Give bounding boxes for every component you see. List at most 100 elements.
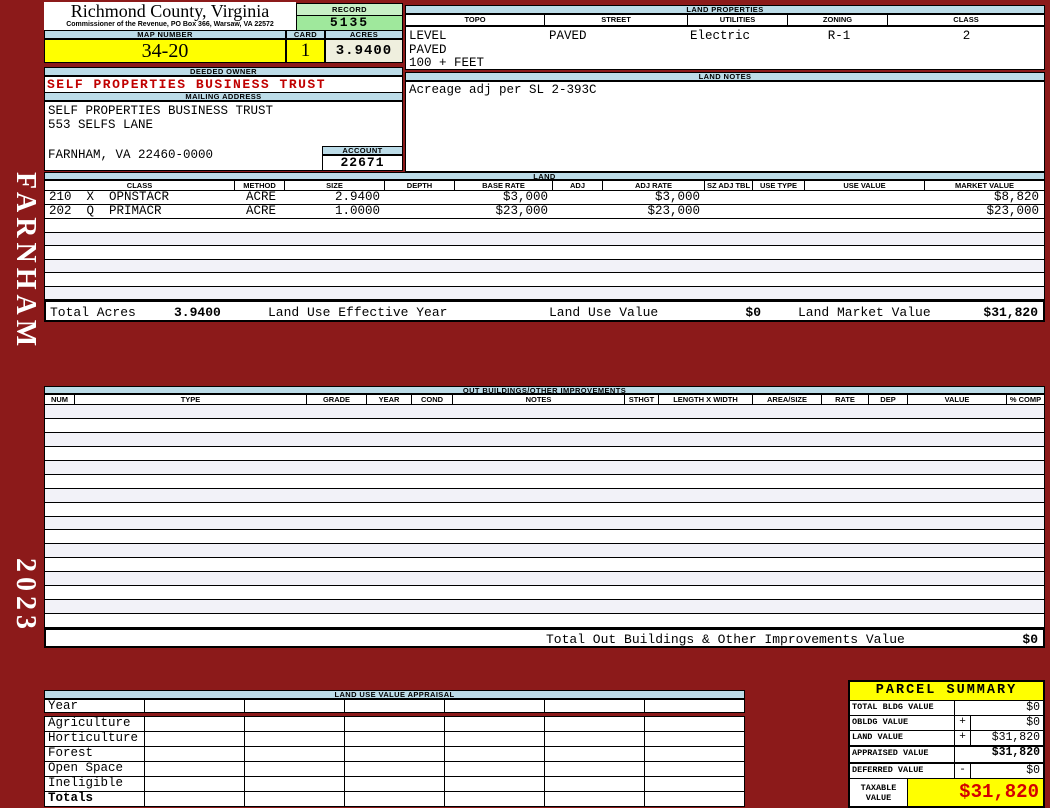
empty-cell [345,762,445,776]
land-properties-header-row: TOPO STREET UTILITIES ZONING CLASS [405,14,1045,26]
land-method: ACRE [245,204,276,218]
empty-row [45,600,1044,615]
appraisal-row-label: Ineligible [45,777,145,791]
appraisal-row-forest: Forest [44,747,745,762]
parcel-row-appraised: APPRAISED VALUE $31,820 [850,745,1043,762]
land-use-value-label: Land Use Value [549,305,659,320]
parcel-row-label: APPRAISED VALUE [850,747,955,762]
parcel-summary: PARCEL SUMMARY TOTAL BLDG VALUE $0 OBLDG… [848,680,1045,808]
empty-cell [145,777,245,791]
acres-label: ACRES [325,30,403,39]
empty-row [45,475,1044,489]
empty-cell [245,777,345,791]
empty-cell [645,700,744,712]
empty-cell [345,747,445,761]
land-base-rate: $23,000 [495,204,548,218]
column-header: USE VALUE [805,180,925,191]
empty-cell [245,747,345,761]
empty-row [45,558,1044,573]
appraisal-row-horticulture: Horticulture [44,732,745,747]
empty-cell [545,747,645,761]
empty-row [45,219,1044,233]
land-class: 210 X OPNSTACR [49,190,170,204]
land-notes-title: LAND NOTES [405,72,1045,81]
empty-cell [245,792,345,806]
empty-cell [545,732,645,746]
land-size: 1.0000 [334,204,380,218]
land-method: ACRE [245,190,276,204]
empty-row [45,447,1044,461]
appraisal-row-label: Year [45,700,145,713]
column-header: VALUE [908,394,1007,405]
year-spine-label: 2023 [10,558,41,634]
deeded-owner-value: SELF PROPERTIES BUSINESS TRUST [44,76,403,93]
empty-cell [345,700,445,712]
out-buildings-title: OUT BUILDINGS/OTHER IMPROVEMENTS [44,386,1045,394]
land-market-value: $8,820 [993,190,1039,204]
land-section-title: LAND [44,172,1045,180]
appraisal-cells [145,700,744,712]
county-title: Richmond County, Virginia [70,1,270,21]
land-use-appraisal-body: Agriculture Horticulture Forest Open Spa… [44,716,745,807]
column-header: USE TYPE [753,180,805,191]
empty-cell [545,792,645,806]
column-header: RATE [822,394,869,405]
parcel-row-total-bldg: TOTAL BLDG VALUE $0 [850,700,1043,715]
empty-cell [645,762,744,776]
empty-cell [545,700,645,712]
column-header: ZONING [788,14,888,26]
column-header: COND [412,394,453,405]
land-table-row: 210 X OPNSTACR ACRE 2.9400 $3,000 $3,000… [44,191,1045,205]
card-value: 1 [286,39,325,63]
column-header: TYPE [75,394,307,405]
appraisal-row-label: Totals [45,792,145,806]
topo-value-line3: 100 + FEET [409,56,485,70]
appraisal-row-label: Open Space [45,762,145,776]
land-market-value-label: Land Market Value [798,305,931,320]
record-value: 5135 [296,16,403,31]
empty-row [45,586,1044,601]
empty-cell [145,792,245,806]
map-number-value: 34-20 [44,39,286,63]
parcel-row-operator: - [955,764,971,778]
account-value: 22671 [322,155,403,171]
empty-row [45,432,1044,447]
land-notes-text: Acreage adj per SL 2-393C [405,81,1045,172]
land-table-row: 202 Q PRIMACR ACRE 1.0000 $23,000 $23,00… [44,205,1045,219]
appraisal-cells [145,777,744,791]
empty-cell [145,700,245,712]
empty-cell [345,732,445,746]
appraisal-cells [145,747,744,761]
empty-cell [545,777,645,791]
parcel-row-label: TOTAL BLDG VALUE [850,701,955,715]
land-totals-row: Total Acres 3.9400 Land Use Effective Ye… [44,300,1045,322]
land-class: 202 Q PRIMACR [49,204,162,218]
account-label: ACCOUNT [322,146,403,155]
appraisal-row-ineligible: Ineligible [44,777,745,792]
empty-row [45,273,1044,287]
land-market-value: $23,000 [986,204,1039,218]
effective-year-label: Land Use Effective Year [268,305,448,320]
empty-row [45,419,1044,433]
empty-row [45,488,1044,503]
empty-cell [445,792,545,806]
parcel-row-land-value: LAND VALUE + $31,820 [850,730,1043,745]
card-label: CARD [286,30,325,39]
district-spine-label: FARNHAM [10,172,41,352]
appraisal-cells [145,762,744,776]
acres-value: 3.9400 [325,39,403,63]
street-value: PAVED [549,29,587,43]
empty-cell [445,747,545,761]
column-header: SZ ADJ TBL [705,180,753,191]
column-header: UTILITIES [688,14,788,26]
appraisal-row-label: Agriculture [45,717,145,731]
column-header: STREET [545,14,688,26]
empty-row [45,232,1044,246]
appraisal-row-label: Forest [45,747,145,761]
empty-cell [345,777,445,791]
appraisal-row-label: Horticulture [45,732,145,746]
empty-cell [245,717,345,731]
empty-row [45,516,1044,531]
column-header: DEP [869,394,908,405]
parcel-row-value: $31,820 [991,731,1040,744]
